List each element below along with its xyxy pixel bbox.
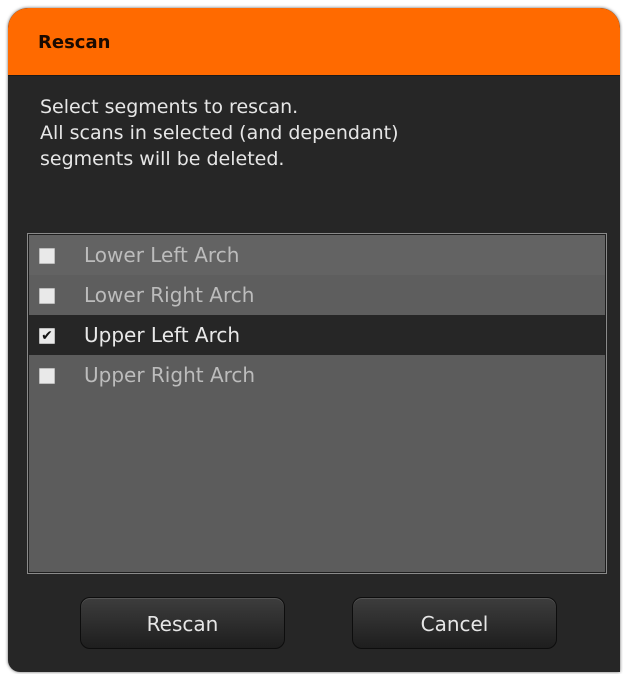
segment-row-upper-left-arch[interactable]: ✔ Upper Left Arch	[29, 315, 605, 355]
segment-label: Upper Left Arch	[84, 323, 241, 347]
segment-checkbox[interactable]: ✔	[39, 328, 55, 344]
cancel-button[interactable]: Cancel	[352, 597, 557, 649]
message-line: segments will be deleted.	[40, 148, 285, 170]
message-line: Select segments to rescan.	[40, 96, 299, 118]
segment-label: Upper Right Arch	[84, 363, 256, 387]
title-bar: Rescan	[8, 8, 620, 76]
segment-row-lower-right-arch[interactable]: Lower Right Arch	[29, 275, 605, 315]
segment-checkbox[interactable]	[39, 288, 55, 304]
segment-checkbox[interactable]	[39, 368, 55, 384]
segment-list[interactable]: Lower Left Arch Lower Right Arch ✔ Upper…	[27, 233, 607, 574]
segment-checkbox[interactable]	[39, 248, 55, 264]
segment-row-lower-left-arch[interactable]: Lower Left Arch	[29, 235, 605, 275]
segment-row-upper-right-arch[interactable]: Upper Right Arch	[29, 355, 605, 395]
message-line: All scans in selected (and dependant)	[40, 122, 399, 144]
segment-label: Lower Right Arch	[84, 283, 255, 307]
rescan-dialog: Rescan Select segments to rescan. All sc…	[8, 8, 620, 672]
segment-label: Lower Left Arch	[84, 243, 240, 267]
rescan-button[interactable]: Rescan	[80, 597, 285, 649]
checkmark-icon: ✔	[41, 328, 53, 344]
dialog-message: Select segments to rescan. All scans in …	[40, 94, 600, 172]
dialog-title: Rescan	[38, 32, 111, 53]
